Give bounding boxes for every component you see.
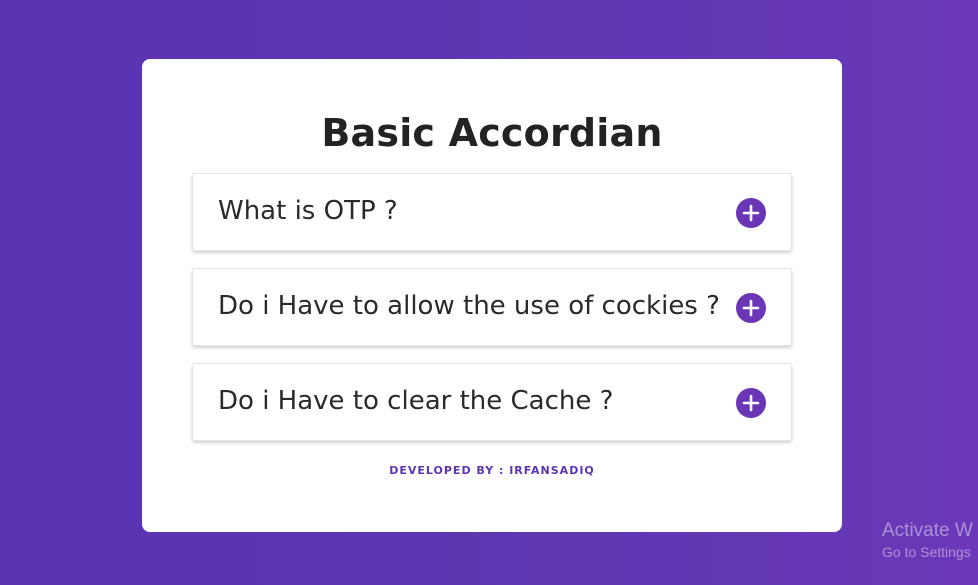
activation-watermark: Activate W Go to Settings [882,520,973,562]
plus-circle-icon[interactable] [736,388,766,418]
watermark-line1: Activate W [882,520,973,541]
watermark-line2: Go to Settings [882,544,971,560]
plus-circle-icon[interactable] [736,198,766,228]
plus-circle-icon[interactable] [736,293,766,323]
accordion-item-cache[interactable]: Do i Have to clear the Cache ? [192,363,792,441]
accordion-question: Do i Have to allow the use of cockies ? [218,291,720,321]
accordion-item-otp[interactable]: What is OTP ? [192,173,792,251]
accordion-question: What is OTP ? [218,196,398,226]
accordion-question: Do i Have to clear the Cache ? [218,386,614,416]
accordion-card: Basic Accordian What is OTP ? Do i Have … [142,59,842,532]
accordion-item-cookies[interactable]: Do i Have to allow the use of cockies ? [192,268,792,346]
accordion-list: What is OTP ? Do i Have to allow the use… [192,173,792,458]
page-title: Basic Accordian [321,111,663,155]
developer-credit: DEVELOPED BY : IRFANSADIQ [389,464,595,477]
